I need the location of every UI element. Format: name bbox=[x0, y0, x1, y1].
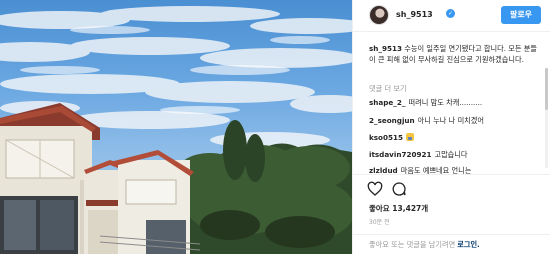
login-link[interactable]: 로그인. bbox=[457, 240, 480, 249]
login-prompt-text: 좋아요 또는 댓글을 남기려면 bbox=[369, 240, 456, 249]
comment-footer: 좋아요 또는 댓글을 남기려면 로그인. bbox=[353, 234, 550, 254]
post-side-panel: sh_9513 ✓ 팔로우 sh_9513 수능이 일주일 연기됐다고 합니다.… bbox=[352, 0, 550, 254]
comment-text: 아니 누나 나 미치겠어 bbox=[417, 116, 485, 125]
comment-item: zlzldud 마음도 예쁘네요 언니는 bbox=[369, 166, 541, 174]
comment-username[interactable]: shape_2_ bbox=[369, 98, 405, 107]
post-caption: sh_9513 수능이 일주일 연기됐다고 합니다. 모든 분들이 큰 피해 없… bbox=[369, 43, 539, 65]
follow-button[interactable]: 팔로우 bbox=[501, 6, 541, 24]
verified-badge-icon: ✓ bbox=[446, 9, 455, 18]
like-count[interactable]: 좋아요 13,427개 bbox=[369, 203, 428, 214]
post-header: sh_9513 ✓ 팔로우 bbox=[353, 0, 550, 32]
comment-username[interactable]: 2_seongjun bbox=[369, 116, 415, 125]
caption-username[interactable]: sh_9513 bbox=[369, 44, 402, 53]
username[interactable]: sh_9513 bbox=[396, 10, 433, 19]
comment-item: 2_seongjun 아니 누나 나 미치겠어 bbox=[369, 116, 541, 126]
post-time[interactable]: 30분 전 bbox=[369, 217, 390, 226]
comment-text: 마음도 예쁘네요 언니는 bbox=[400, 166, 472, 174]
login-prompt: 좋아요 또는 댓글을 남기려면 로그인. bbox=[369, 240, 480, 250]
heart-icon[interactable] bbox=[367, 181, 383, 197]
comment-item: kso0515 bbox=[369, 133, 541, 143]
post-photo bbox=[0, 0, 352, 254]
comment-item: shape_2_ 떠려니 맘도 차캐.......... bbox=[369, 98, 541, 108]
comment-item: itsdavin720921 고맙습니다 bbox=[369, 150, 541, 160]
comment-username[interactable]: itsdavin720921 bbox=[369, 150, 431, 159]
comment-icon[interactable] bbox=[391, 181, 407, 197]
comments-area: sh_9513 수능이 일주일 연기됐다고 합니다. 모든 분들이 큰 피해 없… bbox=[353, 32, 550, 174]
comment-text: 고맙습니다 bbox=[434, 150, 468, 159]
photo-scene bbox=[0, 6, 352, 254]
comments-scrollbar[interactable] bbox=[545, 68, 548, 168]
avatar[interactable] bbox=[369, 5, 389, 25]
emoji-icon bbox=[406, 133, 415, 141]
comment-username[interactable]: kso0515 bbox=[369, 133, 403, 142]
post-actions: 좋아요 13,427개 30분 전 bbox=[353, 174, 550, 234]
scrollbar-thumb[interactable] bbox=[545, 68, 548, 110]
comment-username[interactable]: zlzldud bbox=[369, 166, 398, 174]
load-more-comments-link[interactable]: 댓글 더 보기 bbox=[369, 84, 407, 94]
comment-text: 떠려니 맘도 차캐.......... bbox=[408, 98, 483, 107]
